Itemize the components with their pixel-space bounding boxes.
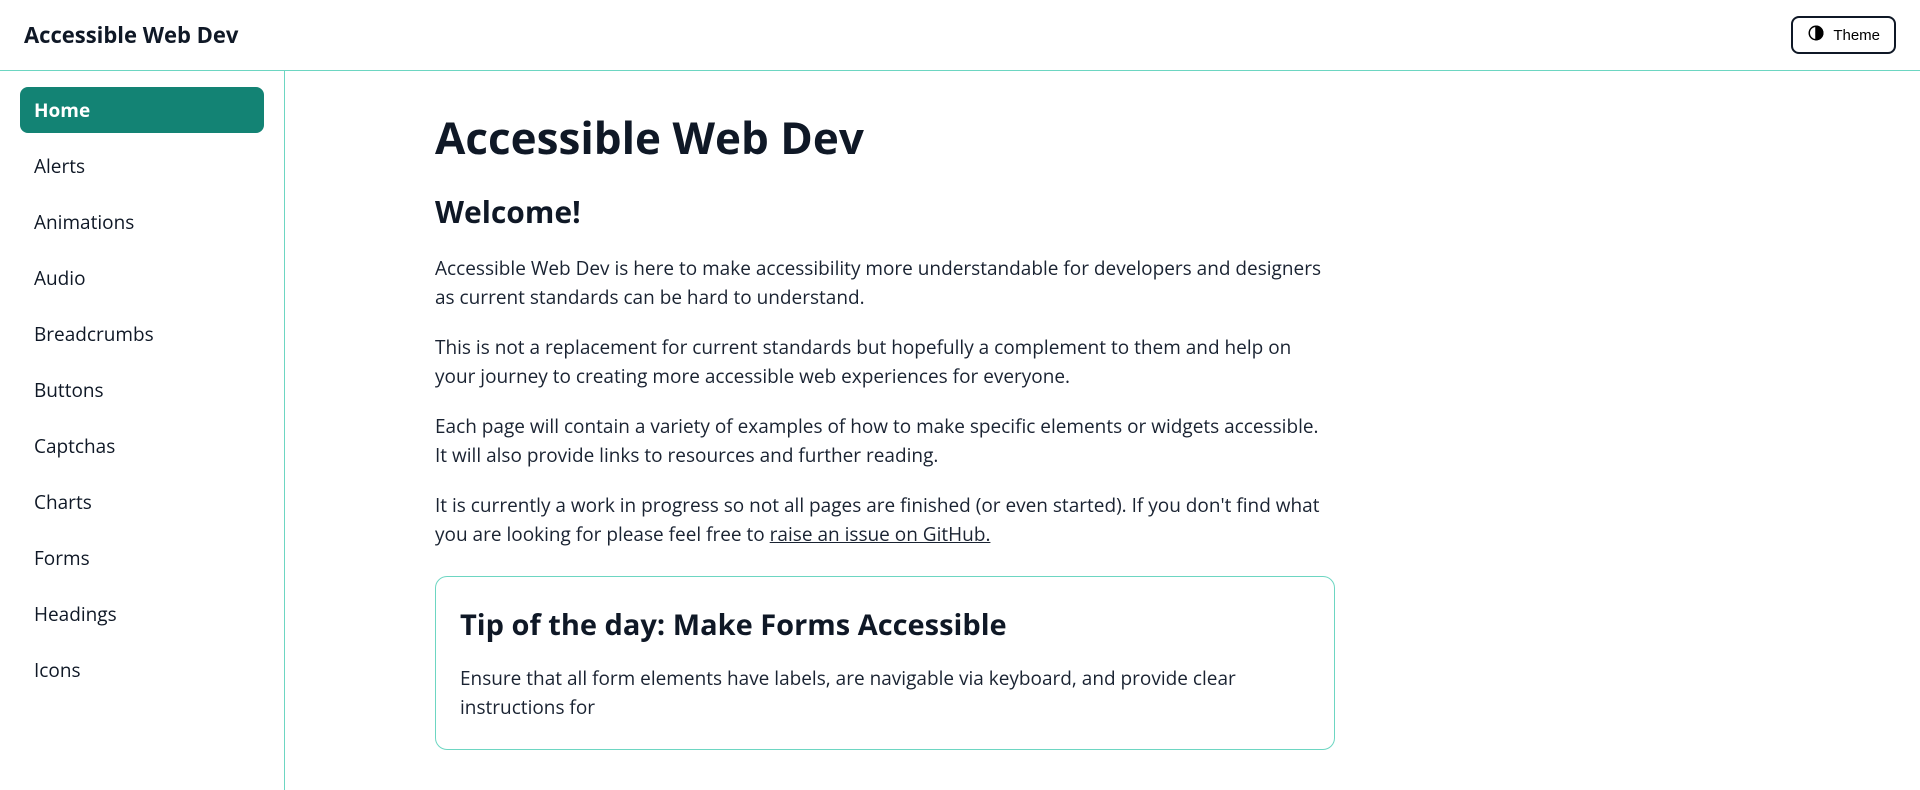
sidebar-item-headings[interactable]: Headings bbox=[20, 591, 264, 637]
header: Accessible Web Dev Theme bbox=[0, 0, 1920, 71]
sidebar-item-home[interactable]: Home bbox=[20, 87, 264, 133]
intro-paragraph-4: It is currently a work in progress so no… bbox=[435, 491, 1335, 548]
sidebar-item-forms[interactable]: Forms bbox=[20, 535, 264, 581]
sidebar-item-audio[interactable]: Audio bbox=[20, 255, 264, 301]
sidebar-item-charts[interactable]: Charts bbox=[20, 479, 264, 525]
welcome-heading: Welcome! bbox=[435, 191, 1335, 232]
nav-list: Home Alerts Animations Audio Breadcrumbs… bbox=[20, 87, 264, 693]
main-content: Accessible Web Dev Welcome! Accessible W… bbox=[285, 71, 1485, 790]
tip-title: Tip of the day: Make Forms Accessible bbox=[460, 605, 1310, 644]
sidebar-item-captchas[interactable]: Captchas bbox=[20, 423, 264, 469]
page-title: Accessible Web Dev bbox=[435, 107, 1335, 167]
intro-paragraph-3: Each page will contain a variety of exam… bbox=[435, 412, 1335, 469]
contrast-icon bbox=[1807, 24, 1825, 46]
site-logo[interactable]: Accessible Web Dev bbox=[24, 20, 238, 50]
theme-toggle-button[interactable]: Theme bbox=[1791, 16, 1896, 54]
github-issue-link[interactable]: raise an issue on GitHub. bbox=[770, 521, 991, 547]
sidebar-item-buttons[interactable]: Buttons bbox=[20, 367, 264, 413]
theme-label: Theme bbox=[1833, 27, 1880, 44]
sidebar-item-icons[interactable]: Icons bbox=[20, 647, 264, 693]
sidebar-item-alerts[interactable]: Alerts bbox=[20, 143, 264, 189]
tip-text: Ensure that all form elements have label… bbox=[460, 664, 1310, 721]
sidebar-nav: Home Alerts Animations Audio Breadcrumbs… bbox=[0, 71, 285, 790]
layout: Home Alerts Animations Audio Breadcrumbs… bbox=[0, 71, 1920, 790]
intro-paragraph-2: This is not a replacement for current st… bbox=[435, 333, 1335, 390]
tip-of-the-day-box: Tip of the day: Make Forms Accessible En… bbox=[435, 576, 1335, 750]
sidebar-item-breadcrumbs[interactable]: Breadcrumbs bbox=[20, 311, 264, 357]
sidebar-item-animations[interactable]: Animations bbox=[20, 199, 264, 245]
intro-paragraph-1: Accessible Web Dev is here to make acces… bbox=[435, 254, 1335, 311]
